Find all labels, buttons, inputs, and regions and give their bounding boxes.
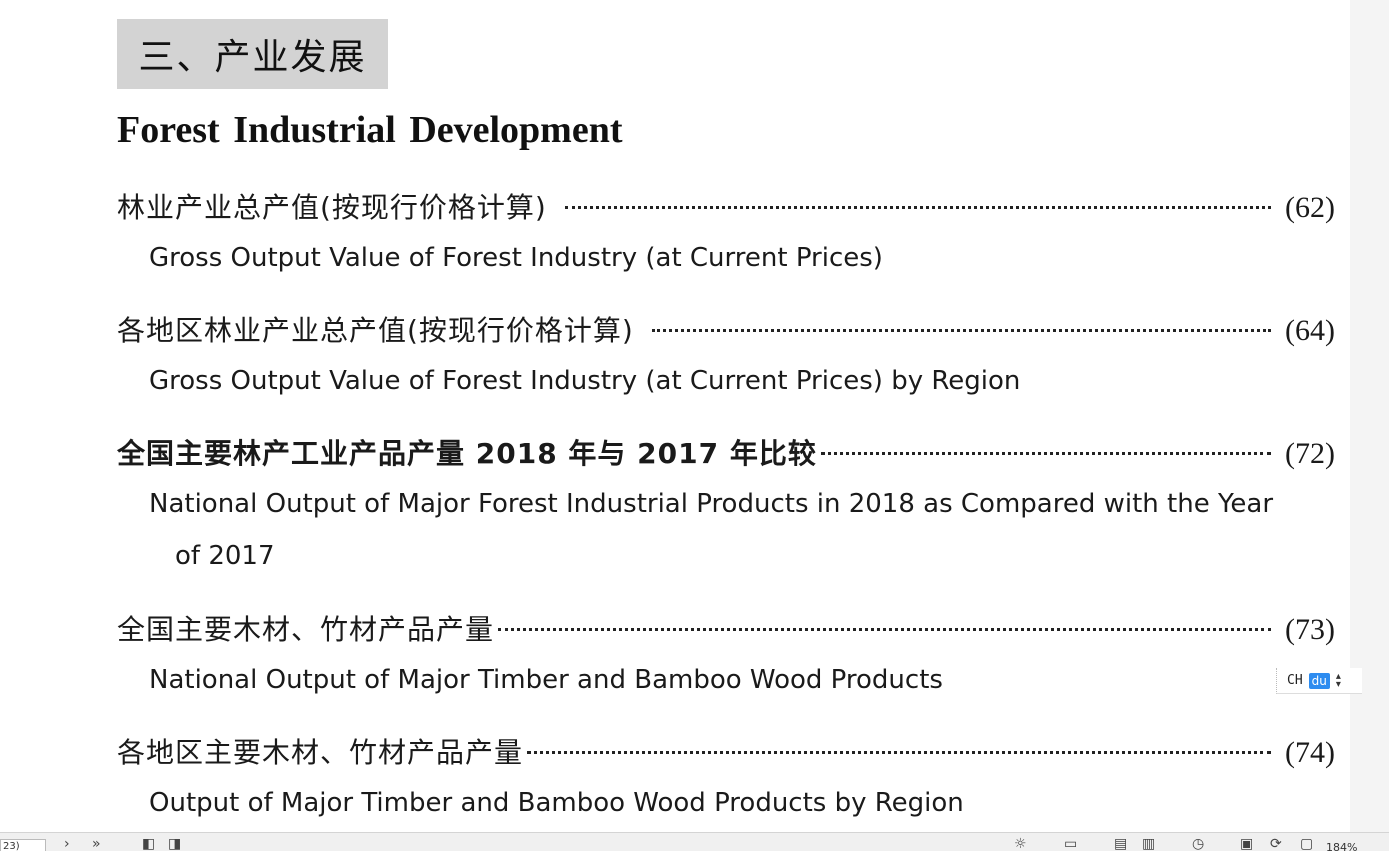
toc-line[interactable]: 各地区林业产业总产值(按现行价格计算) (64)	[117, 309, 1335, 355]
toc-title-en: Output of Major Timber and Bamboo Wood P…	[149, 777, 1259, 829]
toc-title-zh: 全国主要林产工业产品产量 2018 年与 2017 年比较	[117, 437, 817, 470]
toc-line[interactable]: 各地区主要木材、竹材产品产量 (74)	[117, 731, 1335, 777]
toc-title-en: Gross Output Value of Forest Industry (a…	[149, 355, 1259, 407]
toc-title-en-text: Output of Major Timber and Bamboo Wood P…	[149, 788, 964, 818]
section-title-en: Forest Industrial Development	[117, 109, 623, 151]
toc-entry[interactable]: 林业产业总产值(按现行价格计算) (62) Gross Output Value…	[117, 186, 1335, 284]
forward-icon[interactable]: ◨	[168, 837, 181, 851]
toc-leader-dots	[820, 452, 1272, 455]
toc-leader-dots	[498, 628, 1272, 631]
toc-leader-dots	[564, 206, 1272, 209]
toc-title-zh: 林业产业总产值(按现行价格计算)	[117, 191, 547, 224]
toc-title-en-text: National Output of Major Timber and Bamb…	[149, 665, 943, 695]
toc-leader-dots	[527, 751, 1272, 754]
toc-title-zh: 全国主要木材、竹材产品产量	[117, 613, 495, 646]
toc-leader-dots	[651, 329, 1272, 332]
play-icon[interactable]: ◷	[1192, 837, 1204, 851]
back-icon[interactable]: ◧	[142, 837, 155, 851]
toc-line[interactable]: 全国主要林产工业产品产量 2018 年与 2017 年比较 (72)	[117, 432, 1335, 478]
toc-title-en: National Output of Major Forest Industri…	[149, 478, 1273, 582]
toc-title-en: Gross Output Value of Forest Industry (a…	[149, 232, 1259, 284]
toc-page-number[interactable]: (73)	[1285, 613, 1335, 647]
toc-title-en-text: National Output of Major Forest Industri…	[149, 489, 1274, 519]
two-page-icon[interactable]: ▥	[1142, 837, 1155, 851]
page-number-input[interactable]: 23)	[0, 839, 46, 851]
status-bar: 23) › » ◧ ◨ ☼ ▭ ▤ ▥ ◷ ▣ ⟳ ▢ 184%	[0, 832, 1389, 851]
rotate-icon[interactable]: ⟳	[1270, 837, 1282, 851]
toc-entry[interactable]: 各地区林业产业总产值(按现行价格计算) (64) Gross Output Va…	[117, 309, 1335, 407]
scrollbar-track[interactable]	[1350, 0, 1389, 832]
continuous-page-icon[interactable]: ▤	[1114, 837, 1127, 851]
last-page-icon[interactable]: »	[92, 837, 101, 851]
toc-page-number[interactable]: (72)	[1285, 437, 1335, 471]
ime-mode-label[interactable]: CH	[1287, 673, 1303, 688]
ime-expand-icon[interactable]: ▴ ▾	[1336, 671, 1341, 689]
toc-entry[interactable]: 各地区主要木材、竹材产品产量 (74) Output of Major Timb…	[117, 731, 1335, 829]
document-page: 三、产业发展 Forest Industrial Development 林业产…	[0, 0, 1350, 832]
section-title-box: 三、产业发展	[117, 19, 388, 89]
ime-toolbar[interactable]: CH du ▴ ▾	[1276, 668, 1362, 694]
toc-title-en-text: Gross Output Value of Forest Industry (a…	[149, 243, 883, 273]
toc-page-number[interactable]: (62)	[1285, 191, 1335, 225]
toc-page-number[interactable]: (74)	[1285, 736, 1335, 770]
toc-title-en-text: Gross Output Value of Forest Industry (a…	[149, 366, 1021, 396]
section-title-zh: 三、产业发展	[138, 37, 367, 78]
next-page-icon[interactable]: ›	[64, 837, 70, 851]
toc-entry[interactable]: 全国主要林产工业产品产量 2018 年与 2017 年比较 (72) Natio…	[117, 432, 1335, 582]
actual-size-icon[interactable]: ▢	[1300, 837, 1313, 851]
toc-title-en-continuation: of 2017	[175, 541, 275, 571]
brightness-icon[interactable]: ☼	[1014, 837, 1027, 851]
fit-width-icon[interactable]: ▣	[1240, 837, 1253, 851]
toc-line[interactable]: 全国主要木材、竹材产品产量 (73)	[117, 608, 1335, 654]
toc-line[interactable]: 林业产业总产值(按现行价格计算) (62)	[117, 186, 1335, 232]
toc-title-zh: 各地区林业产业总产值(按现行价格计算)	[117, 314, 634, 347]
toc-title-en: National Output of Major Timber and Bamb…	[149, 654, 1259, 706]
toc-entry[interactable]: 全国主要木材、竹材产品产量 (73) National Output of Ma…	[117, 608, 1335, 706]
single-page-icon[interactable]: ▭	[1064, 837, 1077, 851]
ime-logo-icon[interactable]: du	[1308, 672, 1330, 689]
toc-page-number[interactable]: (64)	[1285, 314, 1335, 348]
toc-title-zh: 各地区主要木材、竹材产品产量	[117, 736, 524, 769]
